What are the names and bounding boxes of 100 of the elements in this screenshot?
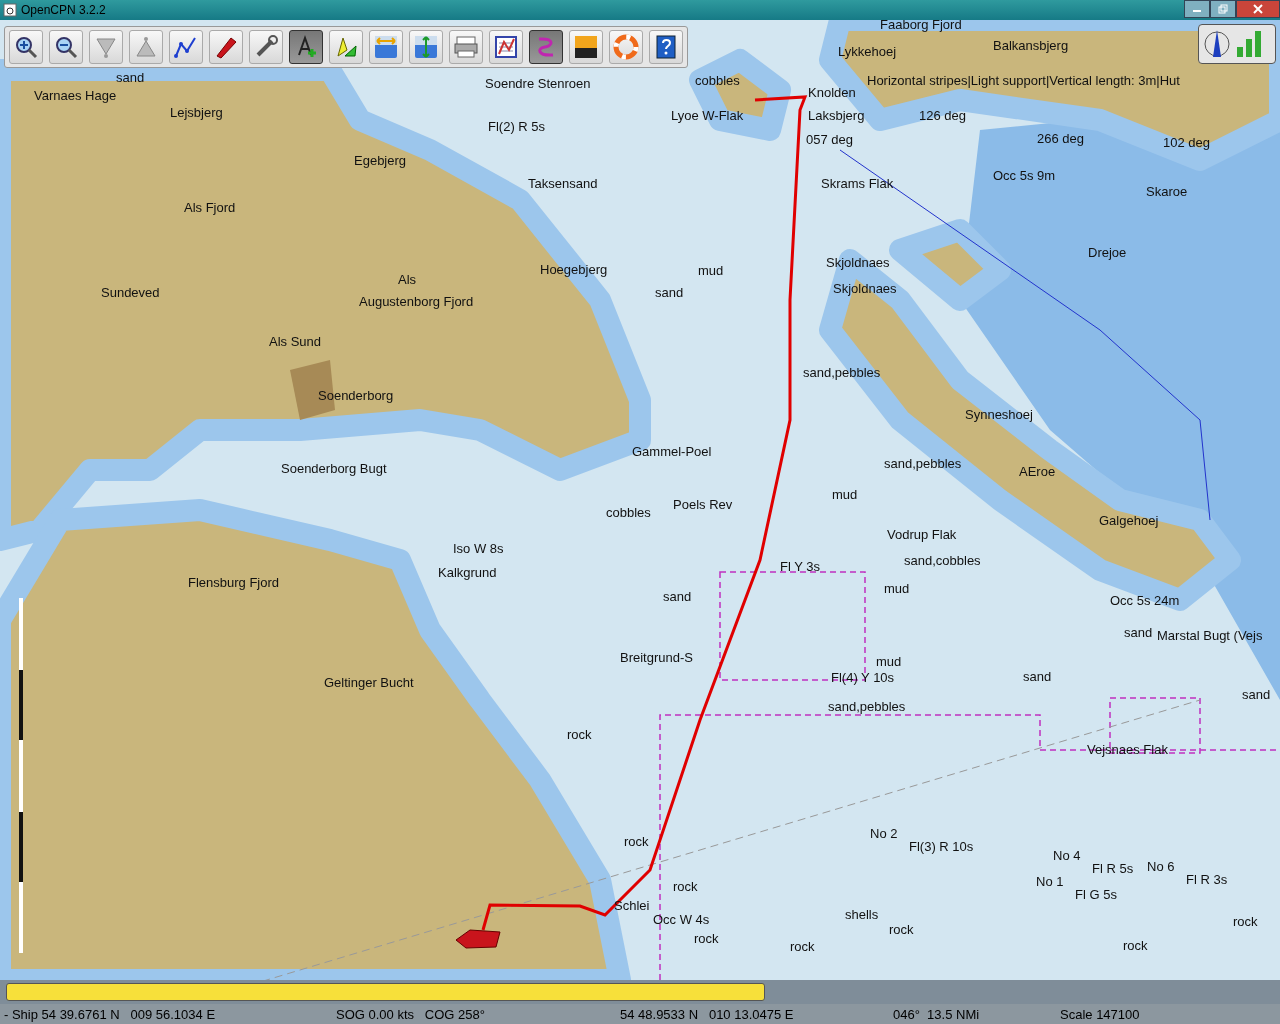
color-scheme-button[interactable] [569,30,603,64]
map-label: sand [655,285,684,300]
tide-icon [373,34,399,60]
map-label: Skjoldnaes [826,255,890,270]
map-label: sand [1023,669,1052,684]
map-label: Skrams Flak [821,176,894,191]
text-button[interactable] [289,30,323,64]
zoom-out-button[interactable] [49,30,83,64]
map-label: rock [1123,938,1148,953]
map-label: rock [790,939,815,954]
status-text: 046° 13.5 NMi [893,1006,981,1022]
map-label: Lyoe W-Flak [671,108,744,123]
map-label: mud [876,654,902,669]
map-label: rock [673,879,698,894]
zoom-in-button[interactable] [9,30,43,64]
map-label: No 2 [870,826,898,841]
map-label: Varnaes Hage [34,88,117,103]
map-label: Hoegebjerg [540,262,608,277]
track-button[interactable] [529,30,563,64]
route-manager-icon [493,34,519,60]
map-label: sand,pebbles [803,365,881,380]
map-label: Skjoldnaes [833,281,897,296]
marks-button[interactable] [329,30,363,64]
map-label: rock [1233,914,1258,929]
map-label: Occ 5s 24m [1110,593,1180,608]
map-label: Iso W 8s [453,541,504,556]
map-label: Drejoe [1088,245,1127,260]
map-label: sand [663,589,692,604]
ship-icon [455,929,501,949]
map-label: Faaborg Fjord [880,20,962,32]
tools-button[interactable] [249,30,283,64]
map-label: No 4 [1053,848,1081,863]
map-label: No 6 [1147,859,1175,874]
gps-status-icon [1198,24,1276,64]
print-button[interactable] [449,30,483,64]
scale-up-icon [133,34,159,60]
map-label: Fl R 5s [1092,861,1134,876]
current-button[interactable] [409,30,443,64]
ship-button[interactable] [209,30,243,64]
map-label: AEroe [1019,464,1056,479]
map-label: Augustenborg Fjord [359,294,474,309]
map-label: Fl(2) R 5s [488,119,546,134]
status-text: Scale 147100 [1060,1006,1141,1022]
map-label: mud [884,581,910,596]
map-label: Laksbjerg [808,108,865,123]
map-label: Occ 5s 9m [993,168,1056,183]
map-label: Geltinger Bucht [324,675,414,690]
map-label: Soendre Stenroen [485,76,591,91]
map-label: Horizontal stripes|Light support|Vertical length: 3m|Hut [867,73,1180,88]
map-label: Als Sund [269,334,322,349]
map-label: Als Fjord [184,200,236,215]
map-label: sand [1242,687,1271,702]
close-icon [1253,4,1263,14]
map-label: No 1 [1036,874,1064,889]
map-label: Gammel-Poel [632,444,712,459]
map-label: Knolden [808,85,856,100]
help-icon [653,34,679,60]
tide-button[interactable] [369,30,403,64]
map-label: Vodrup Flak [887,527,957,542]
map-label: Galgehoej [1099,513,1159,528]
map-label: sand,cobbles [904,553,981,568]
map-label: Als [398,272,417,287]
map-label: Fl Y 3s [780,559,820,574]
close-button[interactable] [1236,0,1280,18]
map-label: Breitgrund-S [620,650,693,665]
map-label: Kalkgrund [438,565,497,580]
map-label: sand [1124,625,1153,640]
lifebuoy-icon [613,34,639,60]
map-label: Balkansbjerg [993,38,1069,53]
map-label: cobbles [695,73,740,88]
map-label: 266 deg [1037,131,1084,146]
map-label: Poels Rev [673,497,733,512]
map-label: sand,pebbles [884,456,962,471]
map-label: shells [845,907,879,922]
route-manager-button[interactable] [489,30,523,64]
map-label: Skaroe [1146,184,1188,199]
map-label: 057 deg [806,132,853,147]
map-label: rock [889,922,914,937]
map-label: Schlei [614,898,650,913]
status-text: SOG 0.00 kts COG 258° [336,1006,486,1022]
color-scheme-icon [573,34,599,60]
print-icon [453,34,479,60]
map-label: Occ W 4s [653,912,710,927]
minimize-button[interactable] [1184,0,1210,18]
current-icon [413,34,439,60]
help-button[interactable] [649,30,683,64]
status-text: 54 48.9533 N 010 13.0475 E [620,1006,795,1022]
zoom-out-icon [53,34,79,60]
lifebuoy-button[interactable] [609,30,643,64]
maximize-button[interactable] [1210,0,1236,18]
restore-icon [1218,4,1228,14]
map-label: rock [567,727,592,742]
map-label: Soenderborg Bugt [281,461,387,476]
map-label: sand,pebbles [828,699,906,714]
map-label: rock [624,834,649,849]
route-button[interactable] [169,30,203,64]
map-label: 126 deg [919,108,966,123]
chart-bar[interactable] [6,983,765,1001]
map-label: cobbles [606,505,651,520]
map-label: Flensburg Fjord [188,575,280,590]
